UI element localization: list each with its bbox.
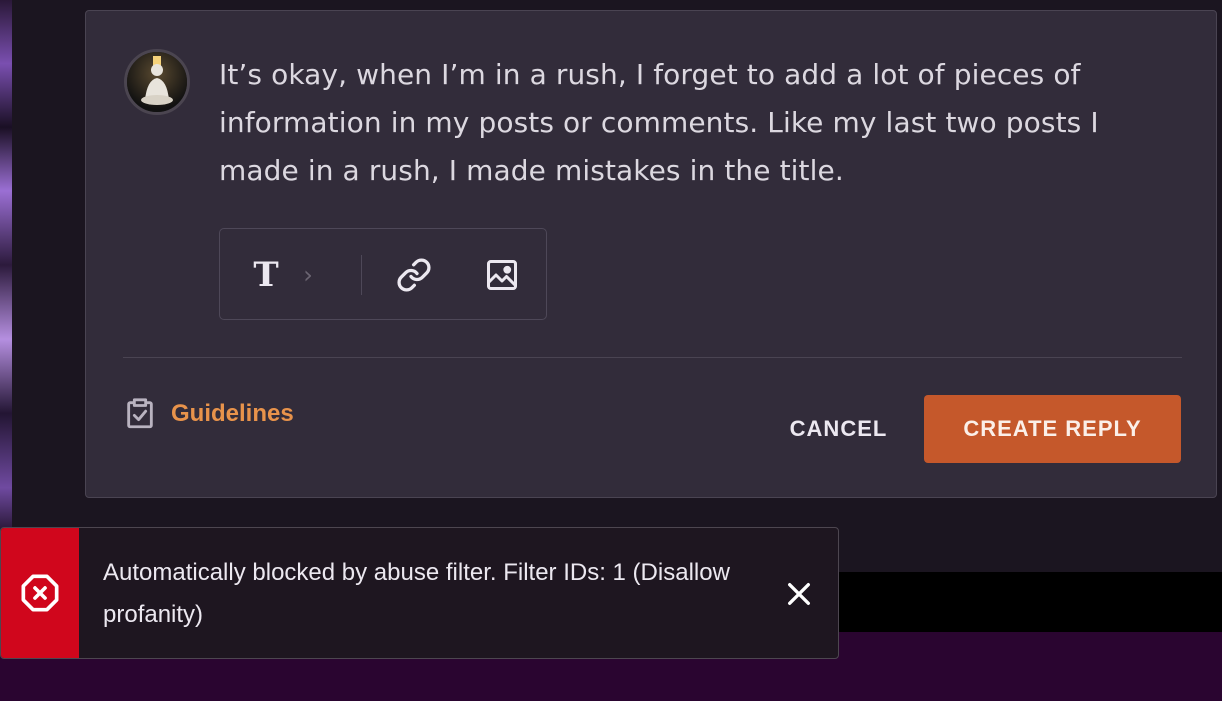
background-black-band (838, 572, 1222, 632)
toast-error-strip (1, 528, 79, 658)
background-image-edge (0, 0, 12, 530)
text-format-button[interactable]: T (248, 255, 284, 295)
guidelines-link[interactable]: Guidelines (123, 397, 294, 431)
formatting-toolbar: T › (219, 228, 547, 320)
link-icon[interactable] (394, 255, 434, 295)
reply-editor-card: It’s okay, when I’m in a rush, I forget … (85, 10, 1217, 498)
error-octagon-icon (21, 574, 59, 612)
error-toast: Automatically blocked by abuse filter. F… (0, 527, 839, 659)
clipboard-check-icon (127, 398, 153, 429)
create-reply-button[interactable]: CREATE REPLY (924, 395, 1181, 463)
toast-message: Automatically blocked by abuse filter. F… (103, 559, 730, 628)
divider (123, 357, 1182, 358)
avatar[interactable] (124, 49, 190, 115)
guidelines-label: Guidelines (171, 400, 294, 427)
toolbar-separator (361, 255, 362, 295)
chevron-right-icon[interactable]: › (298, 261, 318, 289)
avatar-statue-image (127, 52, 187, 112)
close-icon[interactable] (781, 576, 817, 612)
cancel-button[interactable]: CANCEL (776, 401, 901, 457)
comment-draft-text[interactable]: It’s okay, when I’m in a rush, I forget … (219, 51, 1179, 195)
image-icon[interactable] (482, 255, 522, 295)
page: It’s okay, when I’m in a rush, I forget … (0, 0, 1222, 701)
